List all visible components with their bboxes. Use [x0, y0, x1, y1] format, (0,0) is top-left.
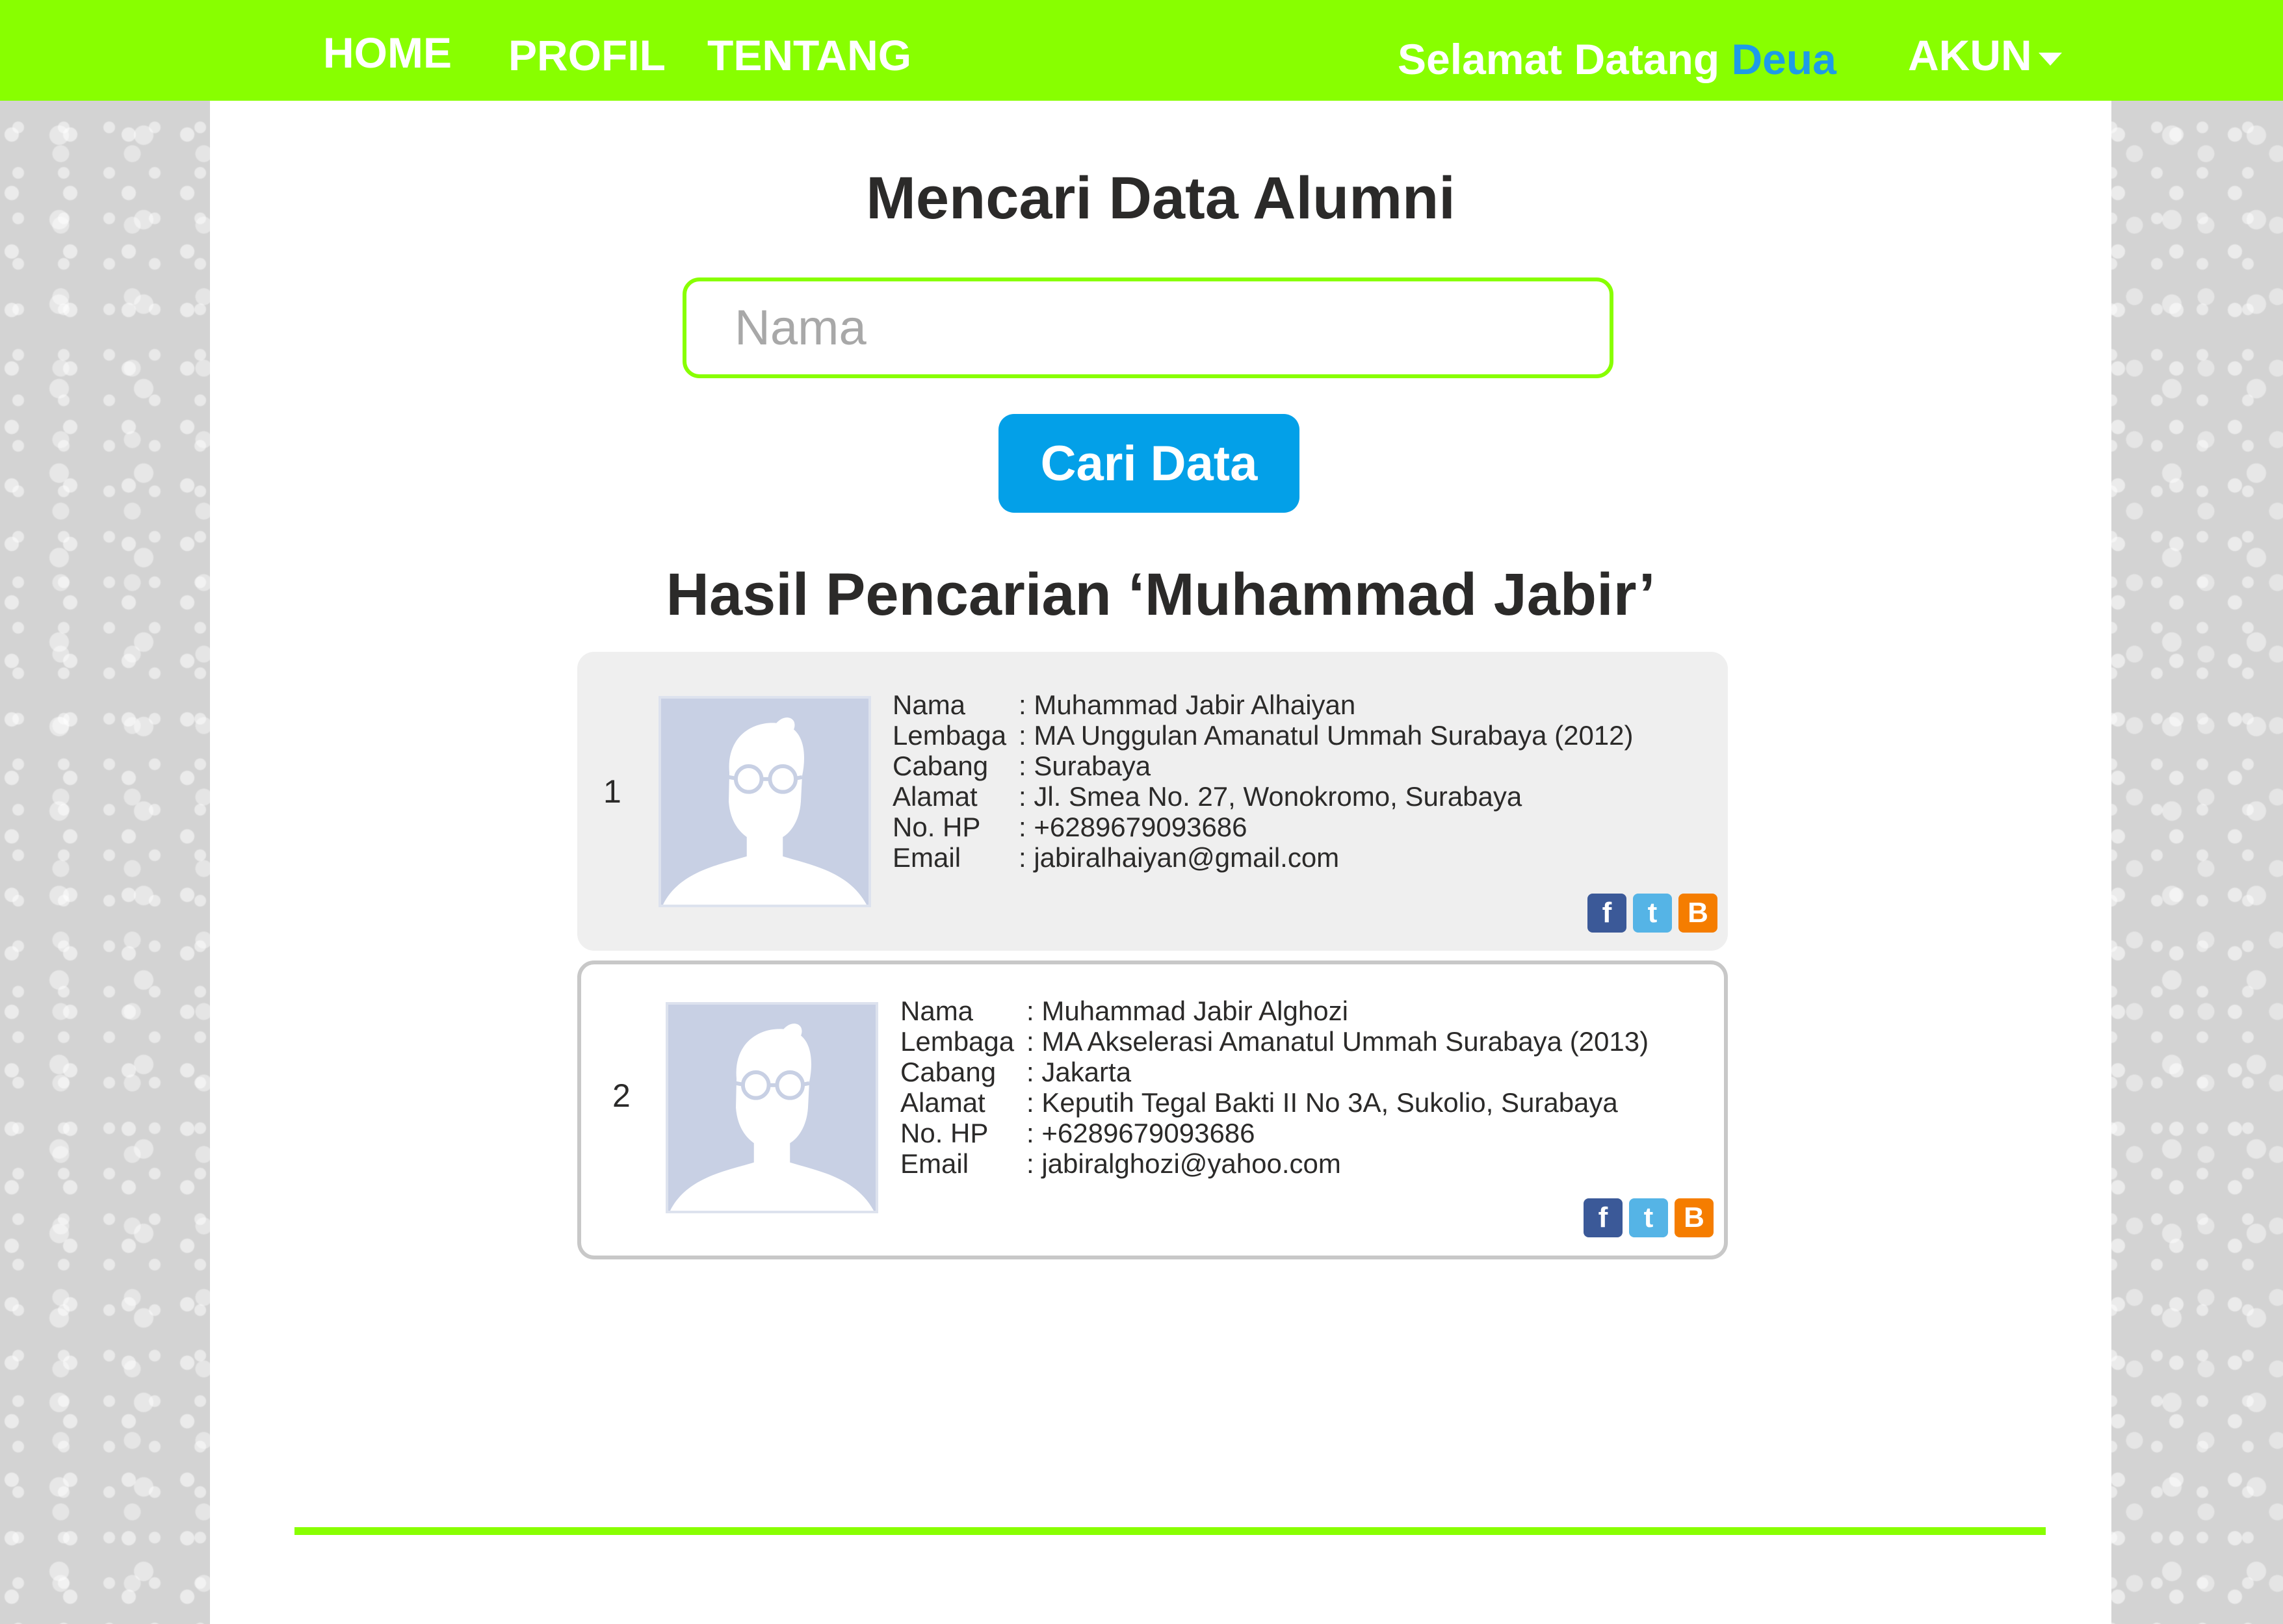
- result-heading: Hasil Pencarian ‘Muhammad Jabir’: [666, 561, 1656, 628]
- value-email: : jabiralhaiyan@gmail.com: [1019, 842, 1340, 873]
- avatar: [659, 696, 871, 907]
- social-links: f t B: [1584, 1198, 1714, 1237]
- main-content: Mencari Data Alumni Cari Data Hasil Penc…: [210, 101, 2111, 1624]
- nav-profil-link[interactable]: PROFIL: [508, 26, 666, 84]
- top-navbar: HOME PROFIL TENTANG Selamat Datang Deua …: [0, 0, 2283, 101]
- blogger-icon[interactable]: B: [1675, 1198, 1714, 1237]
- info-alamat: Alamat : Keputih Tegal Bakti II No 3A, Su…: [900, 1087, 1649, 1118]
- facebook-icon[interactable]: f: [1587, 894, 1626, 933]
- welcome-message: Selamat Datang Deua: [1398, 30, 1836, 88]
- value-lembaga: : MA Akselerasi Amanatul Ummah Surabaya …: [1026, 1026, 1649, 1057]
- info-nama: Nama : Muhammad Jabir Alghozi: [900, 996, 1649, 1026]
- label-cabang: Cabang: [900, 1057, 997, 1087]
- value-email: : jabiralghozi@yahoo.com: [1026, 1148, 1341, 1179]
- nav-home-link[interactable]: HOME: [323, 23, 452, 82]
- default-profile-icon: [662, 699, 868, 905]
- value-nama: : Muhammad Jabir Alhaiyan: [1019, 690, 1356, 720]
- value-lembaga: : MA Unggulan Amanatul Ummah Surabaya (2…: [1019, 720, 1634, 751]
- twitter-icon[interactable]: t: [1629, 1198, 1668, 1237]
- info-cabang: Cabang : Jakarta: [900, 1057, 1649, 1087]
- result-number: 1: [603, 773, 621, 810]
- default-profile-icon: [669, 1005, 875, 1211]
- alumni-info: Nama : Muhammad Jabir Alghozi Lembaga : MA…: [900, 996, 1649, 1179]
- label-cabang: Cabang: [893, 751, 989, 781]
- info-email: Email : jabiralhaiyan@gmail.com: [893, 842, 1634, 873]
- value-hp: : +6289679093686: [1019, 812, 1247, 842]
- result-card: 1 Nama : Muhammad Jabir Alhaiyan Lembaga:…: [577, 652, 1728, 951]
- nav-tentang-link[interactable]: TENTANG: [707, 26, 911, 84]
- page-title: Mencari Data Alumni: [866, 165, 1455, 231]
- label-alamat: Alamat: [893, 781, 978, 812]
- avatar: [666, 1002, 878, 1213]
- footer-divider: [294, 1527, 2046, 1535]
- label-email: Email: [893, 842, 961, 873]
- twitter-icon[interactable]: t: [1633, 894, 1672, 933]
- info-lembaga: Lembaga : MA Akselerasi Amanatul Ummah Su…: [900, 1026, 1649, 1057]
- value-nama: : Muhammad Jabir Alghozi: [1026, 996, 1348, 1026]
- label-email: Email: [900, 1148, 969, 1179]
- label-alamat: Alamat: [900, 1087, 985, 1118]
- label-hp: No. HP: [900, 1118, 989, 1148]
- info-alamat: Alamat : Jl. Smea No. 27, Wonokromo, Sura…: [893, 781, 1634, 812]
- search-name-input[interactable]: [683, 277, 1613, 378]
- label-lembaga: Lembaga: [893, 720, 1007, 751]
- blogger-icon[interactable]: B: [1678, 894, 1717, 933]
- info-cabang: Cabang : Surabaya: [893, 751, 1634, 781]
- account-menu[interactable]: AKUN: [1908, 26, 2062, 84]
- value-alamat: : Keputih Tegal Bakti II No 3A, Sukolio,…: [1026, 1087, 1618, 1118]
- info-hp: No. HP : +6289679093686: [900, 1118, 1649, 1148]
- facebook-icon[interactable]: f: [1584, 1198, 1623, 1237]
- label-hp: No. HP: [893, 812, 981, 842]
- username: Deua: [1731, 35, 1836, 83]
- alumni-info: Nama : Muhammad Jabir Alhaiyan Lembaga : M…: [893, 690, 1634, 873]
- info-email: Email : jabiralghozi@yahoo.com: [900, 1148, 1649, 1179]
- value-cabang: : Surabaya: [1019, 751, 1151, 781]
- info-lembaga: Lembaga : MA Unggulan Amanatul Ummah Sura…: [893, 720, 1634, 751]
- label-nama: Nama: [900, 996, 974, 1026]
- search-button[interactable]: Cari Data: [998, 414, 1299, 513]
- result-card: 2 Nama : Muhammad Jabir Alghozi Lembaga : …: [577, 960, 1728, 1259]
- value-cabang: : Jakarta: [1026, 1057, 1132, 1087]
- result-number: 2: [612, 1077, 631, 1114]
- social-links: f t B: [1587, 894, 1717, 933]
- label-lembaga: Lembaga: [900, 1026, 1015, 1057]
- caret-down-icon: [2038, 52, 2062, 66]
- welcome-text: Selamat Datang: [1398, 35, 1720, 83]
- info-nama: Nama : Muhammad Jabir Alhaiyan: [893, 690, 1634, 720]
- account-label: AKUN: [1908, 31, 2032, 79]
- label-nama: Nama: [893, 690, 966, 720]
- value-alamat: : Jl. Smea No. 27, Wonokromo, Surabaya: [1019, 781, 1522, 812]
- value-hp: : +6289679093686: [1026, 1118, 1255, 1148]
- info-hp: No. HP : +6289679093686: [893, 812, 1634, 842]
